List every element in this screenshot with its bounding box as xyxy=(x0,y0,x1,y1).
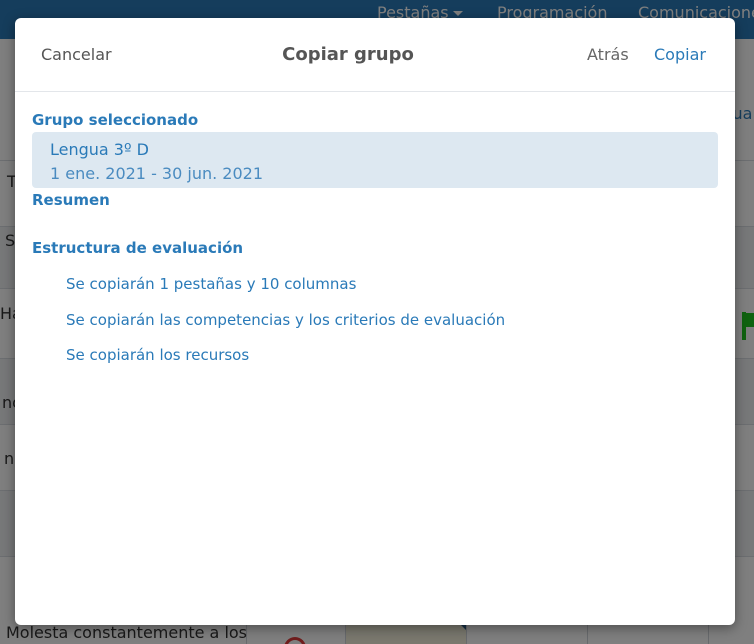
dialog-header: Cancelar Copiar grupo Atrás Copiar xyxy=(15,18,735,92)
structure-item: Se copiarán los recursos xyxy=(66,346,250,364)
structure-item: Se copiarán las competencias y los crite… xyxy=(66,311,506,329)
dialog-title: Copiar grupo xyxy=(282,44,414,65)
selected-group-card[interactable]: Lengua 3º D 1 ene. 2021 - 30 jun. 2021 xyxy=(32,132,718,188)
group-name: Lengua 3º D xyxy=(50,140,149,159)
group-dates: 1 ene. 2021 - 30 jun. 2021 xyxy=(50,164,263,183)
evaluation-structure-heading: Estructura de evaluación xyxy=(32,239,244,257)
structure-item: Se copiarán 1 pestañas y 10 columnas xyxy=(66,275,357,293)
back-button[interactable]: Atrás xyxy=(587,45,629,64)
selected-group-heading: Grupo seleccionado xyxy=(32,111,199,129)
summary-heading: Resumen xyxy=(32,191,110,209)
copy-button[interactable]: Copiar xyxy=(654,45,706,64)
copy-group-dialog: Cancelar Copiar grupo Atrás Copiar Grupo… xyxy=(15,18,735,625)
